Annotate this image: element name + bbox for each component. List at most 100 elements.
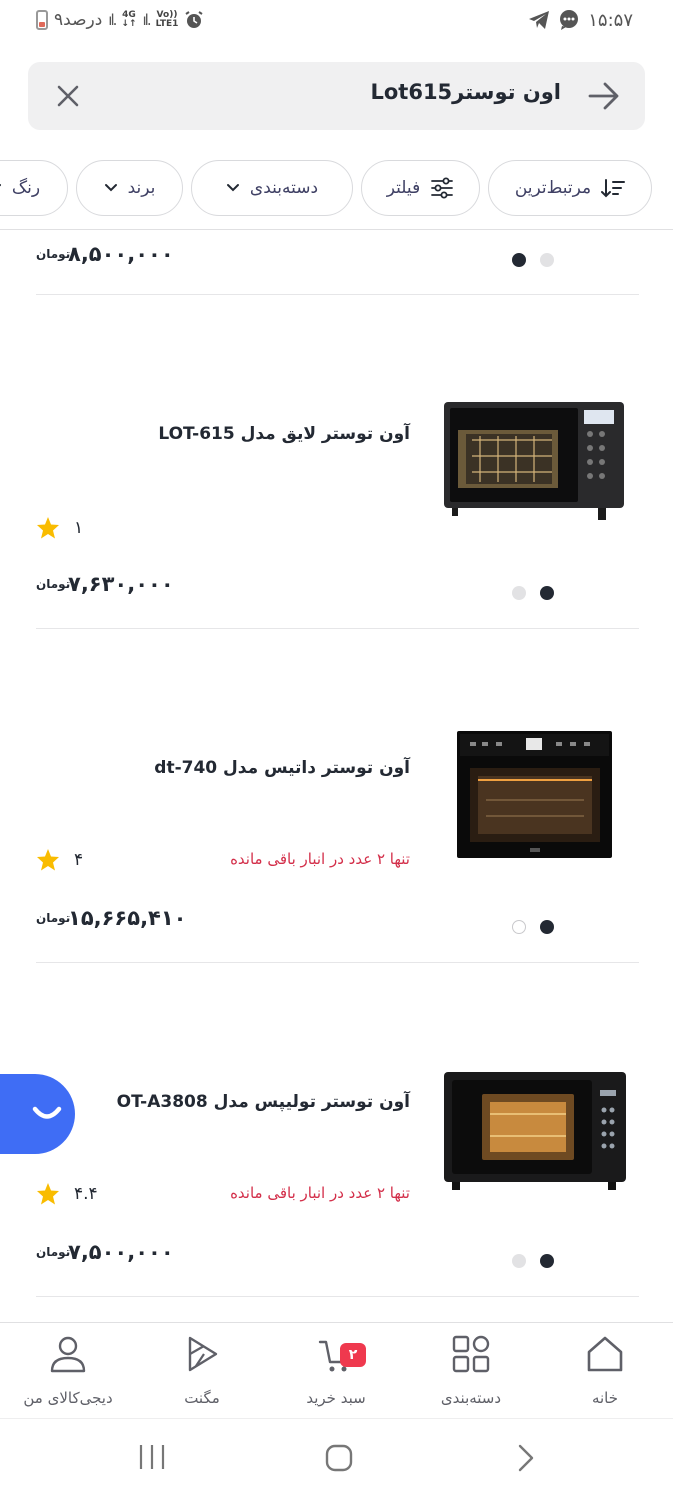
currency-label: تومان <box>36 910 71 925</box>
product-title[interactable]: آون توستر داتیس مدل dt-740 <box>154 758 410 778</box>
star-icon <box>37 1183 59 1205</box>
clock: ۱۵:۵۷ <box>588 9 633 31</box>
color-dot <box>512 253 526 267</box>
color-dot <box>540 586 554 600</box>
chevron-down-icon <box>0 184 1 187</box>
brand-chip[interactable]: برند <box>76 160 183 216</box>
stock-warning: تنها ۲ عدد در انبار باقی مانده <box>230 850 410 868</box>
nav-magnet-label: مگنت <box>184 1389 220 1407</box>
divider <box>36 962 639 963</box>
battery-level: ۹درصد <box>54 10 103 30</box>
status-right: ۱۵:۵۷ <box>528 9 633 31</box>
smile-icon <box>32 1106 62 1119</box>
currency-label: تومان <box>36 1244 71 1259</box>
color-dot <box>540 1254 554 1268</box>
price: تومان ۸,۵۰۰,۰۰۰ <box>36 242 174 266</box>
filter-icon <box>431 177 454 199</box>
color-dots <box>512 920 554 934</box>
nav-magnet[interactable]: مگنت <box>142 1333 262 1407</box>
color-dot <box>512 920 526 934</box>
currency-label: تومان <box>36 576 71 591</box>
chevron-down-icon <box>226 184 239 192</box>
nav-profile-label: دیجی‌کالای من <box>23 1389 113 1407</box>
color-dots <box>512 1254 554 1268</box>
product-card[interactable]: آون توستر تولیپس مدل OT-A3808 تنها ۲ عدد… <box>0 964 673 1298</box>
recent-apps-icon[interactable] <box>137 1443 167 1471</box>
status-left: ۹درصد ıl. 4G ↓↑ ıl. Vo)) LTE1 <box>36 10 204 30</box>
sort-chip-label: مرتبط‌ترین <box>514 178 592 198</box>
search-bar[interactable]: اون توسترLot615 <box>28 62 645 130</box>
color-dot <box>540 920 554 934</box>
filter-chip-label: فیلتر <box>386 178 421 198</box>
price-value: ۸,۵۰۰,۰۰۰ <box>68 242 174 266</box>
nav-home[interactable]: خانه <box>545 1333 665 1407</box>
alarm-icon <box>185 11 203 28</box>
price-value: ۱۵,۶۶۵,۴۱۰ <box>68 906 187 930</box>
divider <box>36 294 639 295</box>
battery-icon <box>36 10 48 30</box>
network-type: 4G ↓↑ <box>121 10 137 29</box>
home-icon <box>587 1336 623 1372</box>
star-icon <box>37 517 59 539</box>
color-dots <box>512 586 554 600</box>
color-dot <box>512 1254 526 1268</box>
rating: ۴.۴ <box>36 1182 98 1205</box>
color-dot <box>540 253 554 267</box>
rating-value: ۱ <box>74 517 84 538</box>
status-bar: ۹درصد ıl. 4G ↓↑ ıl. Vo)) LTE1 ۱۵:۵۷ <box>0 0 673 44</box>
nav-categories[interactable]: دسته‌بندی <box>411 1333 531 1407</box>
price: تومان ۷,۶۳۰,۰۰۰ <box>36 572 174 596</box>
color-dot <box>512 586 526 600</box>
rating-value: ۴ <box>74 849 84 870</box>
color-chip[interactable]: رنگ <box>0 160 68 216</box>
arrow-right-icon[interactable] <box>587 80 621 112</box>
category-chip[interactable]: دسته‌بندی <box>191 160 353 216</box>
price-value: ۷,۶۳۰,۰۰۰ <box>68 572 174 596</box>
product-image <box>457 731 612 858</box>
product-image <box>444 402 624 520</box>
sort-chip[interactable]: مرتبط‌ترین <box>488 160 652 216</box>
price: تومان ۷,۵۰۰,۰۰۰ <box>36 1240 174 1264</box>
star-icon <box>37 849 59 871</box>
close-icon[interactable] <box>54 82 82 110</box>
color-chip-label: رنگ <box>11 178 41 198</box>
price: تومان ۱۵,۶۶۵,۴۱۰ <box>36 906 187 930</box>
divider <box>36 628 639 629</box>
sort-icon <box>601 179 626 198</box>
telegram-icon <box>529 11 550 29</box>
magnet-icon <box>188 1336 218 1372</box>
brand-chip-label: برند <box>127 178 156 198</box>
search-query[interactable]: اون توسترLot615 <box>370 80 561 104</box>
color-dots <box>512 253 554 267</box>
product-title[interactable]: آون توستر تولیپس مدل OT-A3808 <box>117 1092 410 1112</box>
product-title[interactable]: آون توستر لایق مدل LOT-615 <box>158 424 410 444</box>
price-value: ۷,۵۰۰,۰۰۰ <box>68 1240 174 1264</box>
rating: ۴ <box>36 848 83 871</box>
product-card[interactable]: تومان ۸,۵۰۰,۰۰۰ <box>0 230 673 296</box>
product-card[interactable]: آون توستر داتیس مدل dt-740 تنها ۲ عدد در… <box>0 630 673 964</box>
divider <box>36 1296 639 1297</box>
stock-warning: تنها ۲ عدد در انبار باقی مانده <box>230 1184 410 1202</box>
chevron-down-icon <box>104 184 117 192</box>
categories-icon <box>452 1335 490 1373</box>
system-nav <box>0 1418 673 1500</box>
nav-cart-label: سبد خرید <box>306 1389 366 1407</box>
signal-icon: ıl. <box>108 11 117 29</box>
currency-label: تومان <box>36 246 71 261</box>
nav-cart[interactable]: ۲ سبد خرید <box>276 1333 396 1407</box>
category-chip-label: دسته‌بندی <box>249 178 319 198</box>
product-card[interactable]: آون توستر لایق مدل LOT-615 ۱ تومان ۷,۶۳۰… <box>0 296 673 630</box>
home-button-icon[interactable] <box>324 1443 354 1473</box>
nav-home-label: خانه <box>591 1389 619 1407</box>
nav-categories-label: دسته‌بندی <box>440 1389 502 1407</box>
rating: ۱ <box>36 516 83 539</box>
back-icon[interactable] <box>514 1443 538 1473</box>
bottom-nav: خانه دسته‌بندی ۲ سبد خرید مگنت دیجی‌کالا… <box>0 1322 673 1418</box>
message-icon <box>560 10 579 30</box>
product-image <box>444 1072 626 1190</box>
filter-chip[interactable]: فیلتر <box>361 160 480 216</box>
rating-value: ۴.۴ <box>74 1183 98 1204</box>
cart-badge: ۲ <box>340 1343 366 1367</box>
volte-indicator: Vo)) LTE1 <box>155 10 179 29</box>
nav-profile[interactable]: دیجی‌کالای من <box>8 1333 128 1407</box>
